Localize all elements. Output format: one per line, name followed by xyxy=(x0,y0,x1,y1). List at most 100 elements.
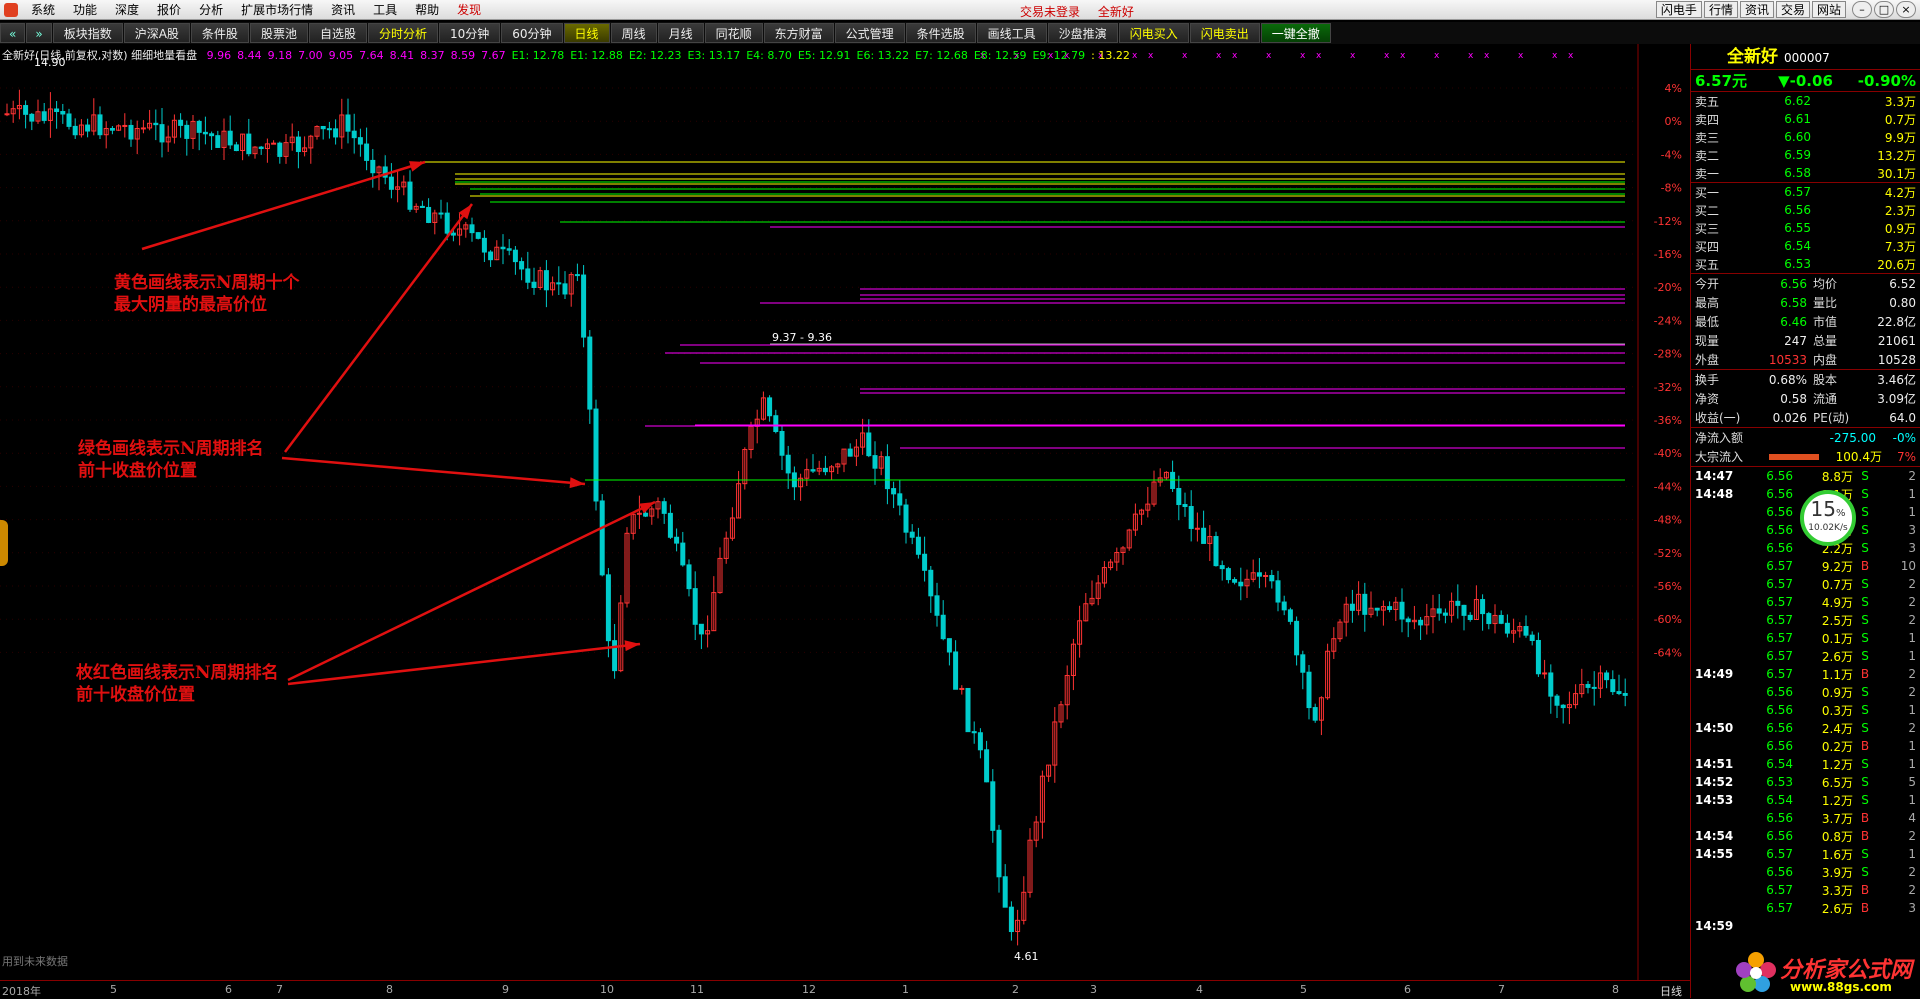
tick-row[interactable]: 6.57 0.1万 S 1 xyxy=(1691,629,1920,647)
ask-row[interactable]: 卖三 6.60 9.9万 xyxy=(1691,128,1920,146)
tick-row[interactable]: 6.56 0.9万 S 2 xyxy=(1691,683,1920,701)
tick-row[interactable]: 6.57 2.6万 S 1 xyxy=(1691,647,1920,665)
flash-hand-button[interactable]: 闪电手 xyxy=(1655,1,1702,18)
tick-count: 4 xyxy=(1908,811,1916,825)
ask-row[interactable]: 卖四 6.61 0.7万 xyxy=(1691,110,1920,128)
website-button[interactable]: 网站 xyxy=(1811,1,1846,18)
bid-row[interactable]: 买五 6.53 20.6万 xyxy=(1691,255,1920,273)
candle-body xyxy=(1176,487,1182,506)
tick-row[interactable]: 6.57 2.6万 B 3 xyxy=(1691,899,1920,917)
menu-depth[interactable]: 深度 xyxy=(106,1,148,18)
tab-condition-stocks[interactable]: 条件股 xyxy=(190,23,249,43)
candle-body xyxy=(1275,580,1281,603)
book-qty: 4.2万 xyxy=(1884,185,1916,200)
tab-weekly[interactable]: 周线 xyxy=(610,23,657,43)
tab-watchlist[interactable]: 自选股 xyxy=(308,23,367,43)
tab-eastmoney[interactable]: 东方财富 xyxy=(763,23,834,43)
period-label[interactable]: 日线 xyxy=(1660,983,1682,999)
trade-login-status[interactable]: 交易未登录 xyxy=(1020,5,1080,19)
tab-draw-tools[interactable]: 画线工具 xyxy=(976,23,1047,43)
ask-row[interactable]: 卖一 6.58 30.1万 xyxy=(1691,164,1920,182)
menu-system[interactable]: 系统 xyxy=(22,1,64,18)
kline-chart[interactable]: 4% 0% -4% -8% -12% -16% -20% -24% -28% -32% -36% -4… xyxy=(0,44,1690,998)
bid-row[interactable]: 买三 6.55 0.9万 xyxy=(1691,219,1920,237)
menu-function[interactable]: 功能 xyxy=(64,1,106,18)
stat-row: 最低 6.46 市值 22.8亿 xyxy=(1691,312,1920,331)
kline-chart-svg[interactable]: 4% 0% -4% -8% -12% -16% -20% -24% -28% -32% -36% -4… xyxy=(0,44,1690,998)
tick-row[interactable]: 6.56 0.3万 S 1 xyxy=(1691,701,1920,719)
tick-list[interactable]: 14:476.568.8万S214:486.561.1万S16.560.5万S1… xyxy=(1691,467,1920,935)
menu-tools[interactable]: 工具 xyxy=(364,1,406,18)
tab-sector-index[interactable]: 板块指数 xyxy=(52,23,123,43)
tab-daily[interactable]: 日线 xyxy=(563,23,610,43)
tick-row[interactable]: 6.56 2.2万 S 3 xyxy=(1691,539,1920,557)
tab-cancel-all[interactable]: 一键全撤 xyxy=(1260,23,1331,43)
tab-flash-buy[interactable]: 闪电买入 xyxy=(1118,23,1189,43)
stat-label: 内盘 xyxy=(1813,353,1838,367)
bid-row[interactable]: 买二 6.56 2.3万 xyxy=(1691,201,1920,219)
menu-discover[interactable]: 发现 xyxy=(448,1,490,18)
tab-monthly[interactable]: 月线 xyxy=(657,23,704,43)
tick-row[interactable]: 14:49 6.57 1.1万 B 2 xyxy=(1691,665,1920,683)
tick-row[interactable]: 14:47 6.56 8.8万 S 2 xyxy=(1691,467,1920,485)
indicator-value: 8.59 xyxy=(450,49,476,62)
candle-body xyxy=(1194,527,1200,530)
tick-row[interactable]: 14:53 6.54 1.2万 S 1 xyxy=(1691,791,1920,809)
menu-quote[interactable]: 报价 xyxy=(148,1,190,18)
tab-intraday[interactable]: 分时分析 xyxy=(367,23,438,43)
minimize-icon[interactable]: – xyxy=(1852,1,1872,18)
tick-row[interactable]: 6.57 3.3万 B 2 xyxy=(1691,881,1920,899)
close-icon[interactable]: × xyxy=(1896,1,1916,18)
info-button[interactable]: 资讯 xyxy=(1739,1,1774,18)
indicator-value: E4: 8.70 xyxy=(746,49,792,62)
menu-info[interactable]: 资讯 xyxy=(322,1,364,18)
tick-row[interactable]: 6.57 2.5万 S 2 xyxy=(1691,611,1920,629)
candle-body xyxy=(1399,601,1405,620)
tick-count: 1 xyxy=(1908,487,1916,501)
signal-marker: x xyxy=(1568,51,1574,61)
candle-body xyxy=(1418,619,1424,626)
tab-10min[interactable]: 10分钟 xyxy=(438,23,501,43)
menu-help[interactable]: 帮助 xyxy=(406,1,448,18)
candle-body xyxy=(643,512,649,517)
candle-body xyxy=(1362,593,1368,615)
tab-condition-select[interactable]: 条件选股 xyxy=(905,23,976,43)
tick-row[interactable]: 14:55 6.57 1.6万 S 1 xyxy=(1691,845,1920,863)
date-tick-label: 8 xyxy=(1612,983,1619,996)
tick-time: 14:49 xyxy=(1695,667,1734,681)
tick-row[interactable]: 14:59 xyxy=(1691,917,1920,935)
market-button[interactable]: 行情 xyxy=(1703,1,1738,18)
candle-body xyxy=(1604,672,1610,681)
bid-row[interactable]: 买四 6.54 7.3万 xyxy=(1691,237,1920,255)
back-arrow-icon[interactable]: « xyxy=(0,23,26,43)
tab-sandbox[interactable]: 沙盘推演 xyxy=(1047,23,1118,43)
tick-row[interactable]: 6.57 9.2万 B 10 xyxy=(1691,557,1920,575)
tab-60min[interactable]: 60分钟 xyxy=(501,23,563,43)
ask-row[interactable]: 卖五 6.62 3.3万 xyxy=(1691,92,1920,110)
tick-row[interactable]: 6.57 4.9万 S 2 xyxy=(1691,593,1920,611)
candle-body xyxy=(1256,572,1262,577)
tab-flash-sell[interactable]: 闪电卖出 xyxy=(1189,23,1260,43)
stat-label: 市值 xyxy=(1813,315,1838,329)
tick-row[interactable]: 6.57 0.7万 S 2 xyxy=(1691,575,1920,593)
tick-row[interactable]: 6.56 0.2万 B 1 xyxy=(1691,737,1920,755)
tab-formula-mgmt[interactable]: 公式管理 xyxy=(834,23,905,43)
tick-row[interactable]: 6.56 3.7万 B 4 xyxy=(1691,809,1920,827)
tick-row[interactable]: 14:51 6.54 1.2万 S 1 xyxy=(1691,755,1920,773)
tab-ths[interactable]: 同花顺 xyxy=(704,23,763,43)
ask-row[interactable]: 卖二 6.59 13.2万 xyxy=(1691,146,1920,164)
panel-toggle-handle[interactable] xyxy=(0,520,8,566)
tab-sh-sz-a[interactable]: 沪深A股 xyxy=(123,23,190,43)
menu-analysis[interactable]: 分析 xyxy=(190,1,232,18)
forward-arrow-icon[interactable]: » xyxy=(26,23,52,43)
restore-icon[interactable]: □ xyxy=(1874,1,1894,18)
tick-side: S xyxy=(1861,775,1869,789)
bid-row[interactable]: 买一 6.57 4.2万 xyxy=(1691,183,1920,201)
tick-row[interactable]: 14:54 6.56 0.8万 B 2 xyxy=(1691,827,1920,845)
tick-row[interactable]: 6.56 3.9万 S 2 xyxy=(1691,863,1920,881)
menu-ext-market[interactable]: 扩展市场行情 xyxy=(232,1,322,18)
trade-button[interactable]: 交易 xyxy=(1775,1,1810,18)
tick-row[interactable]: 14:52 6.53 6.5万 S 5 xyxy=(1691,773,1920,791)
tab-stock-pool[interactable]: 股票池 xyxy=(249,23,308,43)
tick-row[interactable]: 14:50 6.56 2.4万 S 2 xyxy=(1691,719,1920,737)
